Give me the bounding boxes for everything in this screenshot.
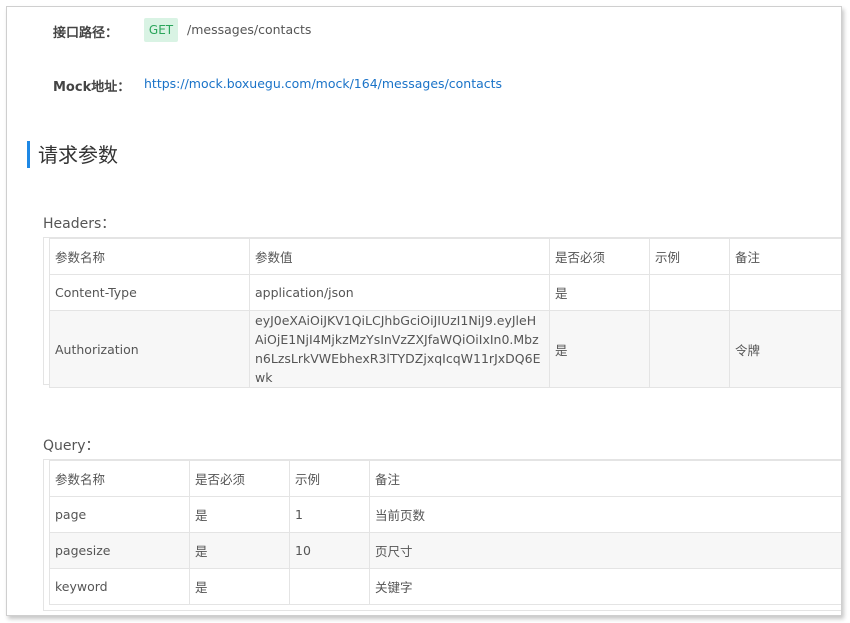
param-name: Content-Type: [49, 274, 250, 311]
param-example: [649, 274, 730, 311]
headers-title: Headers：: [43, 216, 116, 232]
table-row: Content-Type application/json 是: [49, 274, 841, 311]
table-row: page 是 1 当前页数: [49, 496, 841, 533]
mock-label: Mock地址：: [53, 80, 131, 95]
param-example: [289, 568, 370, 605]
param-note: 令牌: [729, 310, 841, 388]
table-row: pagesize 是 10 页尺寸: [49, 532, 841, 569]
mock-url-link[interactable]: https://mock.boxuegu.com/mock/164/messag…: [144, 76, 502, 91]
headers-header-row: 参数名称 参数值 是否必须 示例 备注: [49, 238, 841, 275]
param-required: 是: [189, 496, 290, 533]
param-note: [729, 274, 841, 311]
column-header: 参数名称: [49, 238, 250, 275]
table-row: Authorization eyJ0eXAiOiJKV1QiLCJhbGciOi…: [49, 310, 841, 388]
param-note: 当前页数: [369, 496, 841, 533]
query-header-row: 参数名称 是否必须 示例 备注: [49, 460, 841, 497]
table-row: keyword 是 关键字: [49, 568, 841, 605]
method-badge: GET: [144, 18, 178, 42]
param-example: 10: [289, 532, 370, 569]
api-doc-panel: 接口路径： GET /messages/contacts Mock地址： htt…: [6, 6, 842, 616]
param-name: pagesize: [49, 532, 190, 569]
column-header: 备注: [369, 460, 841, 497]
param-example: [649, 310, 730, 388]
column-header: 是否必须: [189, 460, 290, 497]
param-value: application/json: [249, 274, 550, 311]
param-required: 是: [189, 568, 290, 605]
column-header: 是否必须: [549, 238, 650, 275]
param-name: keyword: [49, 568, 190, 605]
column-header: 参数值: [249, 238, 550, 275]
query-table: 参数名称 是否必须 示例 备注 page 是 1 当前页数 pagesize 是…: [49, 460, 841, 605]
api-path: /messages/contacts: [187, 22, 312, 37]
param-example: 1: [289, 496, 370, 533]
section-title: 请求参数: [38, 143, 118, 167]
headers-table: 参数名称 参数值 是否必须 示例 备注 Content-Type applica…: [49, 238, 841, 388]
param-required: 是: [549, 310, 650, 388]
param-value: eyJ0eXAiOiJKV1QiLCJhbGciOiJIUzI1NiJ9.eyJ…: [249, 310, 550, 388]
column-header: 示例: [289, 460, 370, 497]
param-required: 是: [189, 532, 290, 569]
column-header: 备注: [729, 238, 841, 275]
param-note: 关键字: [369, 568, 841, 605]
param-name: page: [49, 496, 190, 533]
column-header: 示例: [649, 238, 730, 275]
path-label: 接口路径：: [53, 26, 119, 41]
section-accent-bar: [27, 141, 30, 168]
param-required: 是: [549, 274, 650, 311]
query-title: Query：: [43, 438, 100, 454]
column-header: 参数名称: [49, 460, 190, 497]
param-name: Authorization: [49, 310, 250, 388]
param-note: 页尺寸: [369, 532, 841, 569]
